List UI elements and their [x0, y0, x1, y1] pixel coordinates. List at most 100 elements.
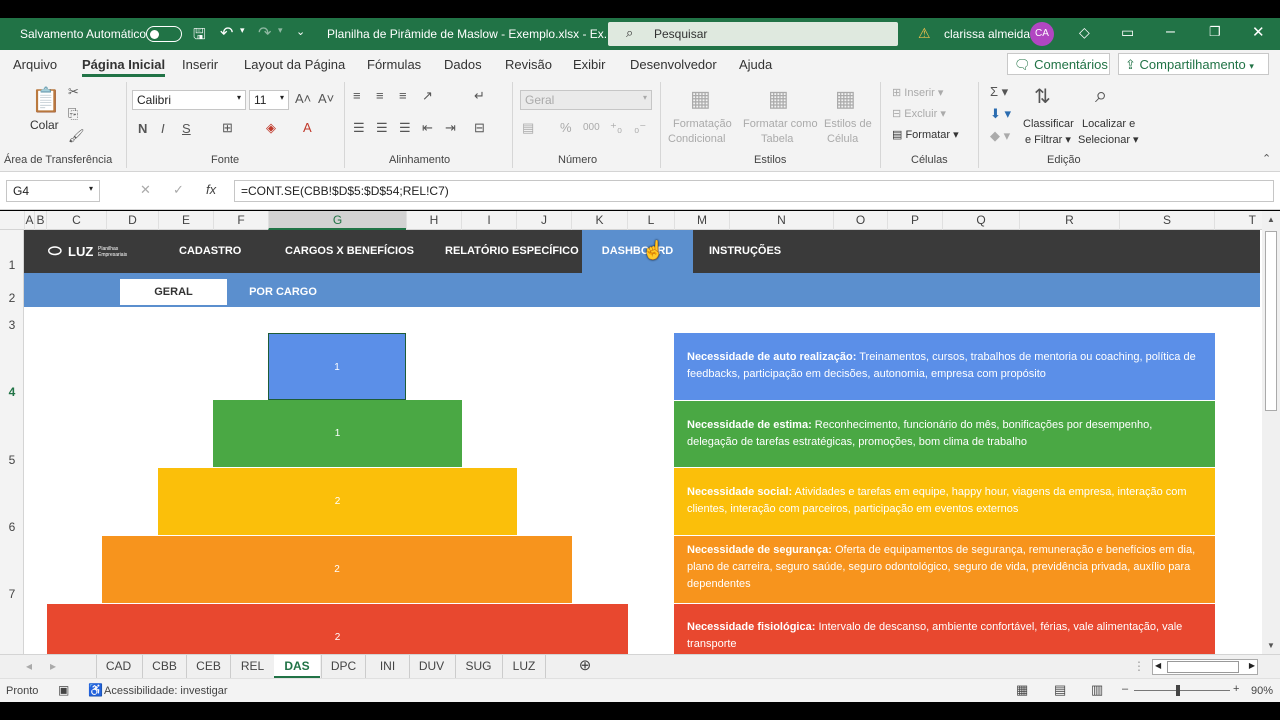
find-select-icon[interactable]: ⌕ — [1095, 82, 1107, 108]
scroll-thumb[interactable] — [1265, 231, 1277, 411]
conditional-format-label[interactable]: Formatação — [673, 118, 732, 130]
bold-button[interactable]: N — [138, 121, 147, 136]
column-header[interactable]: Q — [942, 211, 1019, 230]
zoom-level[interactable]: 90% — [1251, 685, 1273, 697]
zoom-slider[interactable] — [1134, 690, 1230, 691]
avatar[interactable]: CA — [1030, 22, 1054, 46]
column-header[interactable]: M — [674, 211, 729, 230]
comments-button[interactable]: 🗨 Comentários — [1007, 53, 1110, 75]
sheet-tab[interactable]: SUG — [455, 655, 501, 678]
menu-arquivo[interactable]: Arquivo — [13, 57, 57, 72]
column-header[interactable]: P — [887, 211, 942, 230]
redo-dropdown-icon[interactable]: ▾ — [278, 25, 283, 36]
nav-instrucoes[interactable]: INSTRUÇÕES — [709, 230, 781, 273]
accounting-icon[interactable]: ▤ — [522, 120, 534, 136]
scroll-down-icon[interactable]: ▼ — [1267, 641, 1275, 650]
minimize-icon[interactable]: – — [1166, 23, 1175, 41]
column-header[interactable]: N — [729, 211, 833, 230]
user-name[interactable]: clarissa almeida — [944, 27, 1030, 41]
row-header[interactable]: 3 — [0, 318, 24, 332]
zoom-out-icon[interactable]: – — [1122, 683, 1128, 695]
align-top-icon[interactable]: ≡ — [353, 88, 361, 103]
insert-function-icon[interactable]: fx — [206, 182, 216, 197]
scroll-right-icon[interactable]: ▶ — [1249, 661, 1255, 670]
close-icon[interactable]: ✕ — [1252, 23, 1265, 41]
pyramid-level-social[interactable]: 2 — [158, 468, 517, 535]
sheet-tab[interactable]: DUV — [409, 655, 453, 678]
row-header[interactable]: 7 — [0, 587, 24, 601]
undo-icon[interactable]: ↶ — [220, 23, 233, 43]
sheet-tab-active[interactable]: DAS — [274, 655, 320, 678]
row-header[interactable]: 5 — [0, 453, 24, 467]
orientation-icon[interactable]: ↗ — [422, 88, 433, 104]
find-select-label-2[interactable]: Selecionar ▾ — [1078, 133, 1139, 146]
macro-record-icon[interactable]: ▣ — [58, 683, 69, 697]
font-size-select[interactable]: 11 ▾ — [249, 90, 289, 110]
subtab-geral[interactable]: GERAL — [120, 279, 227, 305]
sheet-tab[interactable]: INI — [365, 655, 409, 678]
column-header[interactable]: K — [571, 211, 627, 230]
accessibility-icon[interactable]: ♿ — [88, 683, 103, 697]
collapse-ribbon-icon[interactable]: ⌃ — [1262, 152, 1271, 165]
column-header[interactable]: J — [516, 211, 571, 230]
insert-cells-button[interactable]: ⊞ Inserir ▾ — [892, 86, 943, 99]
conditional-format-label-2[interactable]: Condicional — [668, 133, 725, 145]
format-table-label-2[interactable]: Tabela — [761, 133, 793, 145]
fill-icon[interactable]: ⬇ ▾ — [990, 106, 1011, 122]
align-bottom-icon[interactable]: ≡ — [399, 88, 407, 103]
zoom-slider-thumb[interactable] — [1176, 685, 1180, 696]
decrease-font-icon[interactable]: A˅ — [318, 91, 334, 106]
menu-ajuda[interactable]: Ajuda — [739, 57, 772, 72]
zoom-in-icon[interactable]: + — [1233, 683, 1239, 695]
decrease-indent-icon[interactable]: ⇤ — [422, 120, 433, 136]
column-header[interactable]: B — [34, 211, 46, 230]
formula-input[interactable]: =CONT.SE(CBB!$D$5:$D$54;REL!C7) — [234, 180, 1274, 202]
column-header[interactable]: F — [213, 211, 268, 230]
increase-font-icon[interactable]: A˄ — [295, 91, 311, 106]
accessibility-status[interactable]: Acessibilidade: investigar — [104, 685, 228, 697]
page-layout-icon[interactable]: ▤ — [1054, 682, 1066, 698]
align-middle-icon[interactable]: ≡ — [376, 88, 384, 103]
row-header[interactable]: 2 — [0, 291, 24, 305]
menu-revisao[interactable]: Revisão — [505, 57, 552, 72]
menu-layout[interactable]: Layout da Página — [244, 57, 345, 72]
sheet-tab[interactable]: DPC — [321, 655, 365, 678]
sheet-tab[interactable]: REL — [230, 655, 274, 678]
nav-relatorio[interactable]: RELATÓRIO ESPECÍFICO — [445, 230, 579, 273]
column-header[interactable]: O — [833, 211, 887, 230]
cell-styles-label[interactable]: Estilos de — [824, 118, 872, 130]
align-center-icon[interactable]: ☰ — [376, 120, 388, 136]
column-header-selected[interactable]: G — [268, 211, 406, 230]
paste-label[interactable]: Colar — [30, 118, 59, 132]
column-header[interactable]: E — [158, 211, 213, 230]
font-color-icon[interactable]: A — [303, 120, 312, 135]
split-handle-icon[interactable]: ⋮ — [1133, 655, 1145, 678]
format-table-icon[interactable]: ▦ — [768, 86, 789, 112]
scroll-left-icon[interactable]: ◀ — [1155, 661, 1161, 670]
autosum-icon[interactable]: Σ ▾ — [990, 84, 1008, 100]
format-cells-button[interactable]: ▤ Formatar ▾ — [892, 128, 959, 141]
search-box[interactable]: ⌕ Pesquisar — [608, 22, 898, 46]
autosave-toggle[interactable] — [146, 26, 182, 42]
scroll-up-icon[interactable]: ▲ — [1267, 215, 1275, 224]
increase-decimal-icon[interactable]: ⁺₀ — [610, 120, 622, 136]
restore-icon[interactable]: ❐ — [1209, 24, 1221, 40]
save-icon[interactable]: 🖫 — [193, 24, 206, 49]
font-name-select[interactable]: Calibri ▾ — [132, 90, 246, 110]
delete-cells-button[interactable]: ⊟ Excluir ▾ — [892, 107, 946, 120]
format-painter-icon[interactable]: 🖌 — [68, 128, 85, 144]
cell-styles-icon[interactable]: ▦ — [835, 86, 856, 112]
sheet-tab[interactable]: CBB — [142, 655, 186, 678]
name-box[interactable]: G4 ▾ — [6, 180, 100, 202]
enter-icon[interactable]: ✓ — [173, 182, 184, 198]
decrease-decimal-icon[interactable]: ₀⁻ — [634, 120, 646, 136]
menu-inserir[interactable]: Inserir — [182, 57, 218, 72]
nav-dashboard[interactable]: DASHBOARD — [582, 230, 693, 273]
customize-toolbar-icon[interactable]: ⌄ — [296, 25, 305, 38]
h-scroll-thumb[interactable] — [1167, 661, 1239, 673]
row-header[interactable]: 1 — [0, 258, 24, 272]
wrap-text-icon[interactable]: ↵ — [474, 88, 485, 104]
column-header[interactable]: T — [1214, 211, 1262, 230]
sort-filter-icon[interactable]: ⇅ — [1034, 84, 1051, 109]
column-header[interactable]: H — [406, 211, 461, 230]
